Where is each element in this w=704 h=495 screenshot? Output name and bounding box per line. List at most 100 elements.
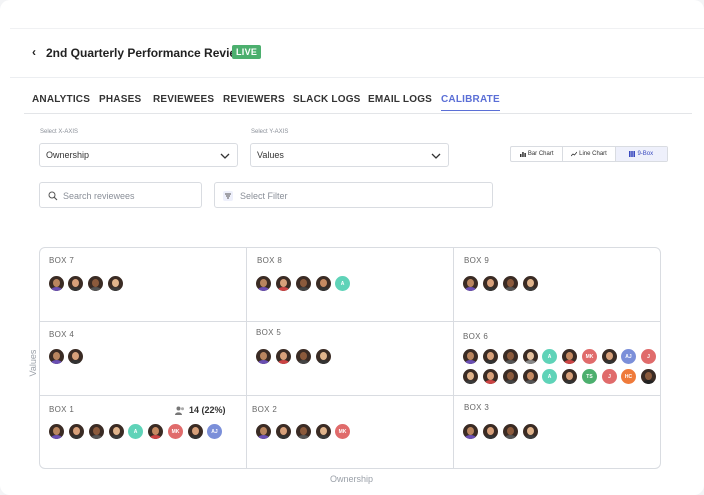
avatar[interactable] (523, 424, 538, 439)
avatar-initials[interactable]: HC (621, 369, 636, 384)
avatar[interactable] (88, 276, 103, 291)
avatar-initials[interactable]: A (335, 276, 350, 291)
nine-box-button[interactable]: 9-Box (615, 147, 667, 161)
avatar[interactable] (562, 349, 577, 364)
search-input[interactable]: Search reviewees (39, 182, 202, 208)
avatar[interactable] (49, 349, 64, 364)
avatar-initials[interactable]: MK (582, 349, 597, 364)
box-1-count: 14 (22%) (175, 405, 226, 415)
grid-divider (453, 248, 454, 468)
app-frame: ‹ 2nd Quarterly Performance Review LIVE … (0, 0, 704, 495)
avatar[interactable] (256, 349, 271, 364)
avatar[interactable] (109, 424, 124, 439)
avatar-initials[interactable]: TS (582, 369, 597, 384)
avatar[interactable] (89, 424, 104, 439)
avatar-initials[interactable]: MK (168, 424, 183, 439)
avatar-initials[interactable]: MK (335, 424, 350, 439)
avatar[interactable] (296, 349, 311, 364)
avatar[interactable] (463, 276, 478, 291)
avatar[interactable] (483, 369, 498, 384)
avatar[interactable] (503, 369, 518, 384)
avatar[interactable] (503, 349, 518, 364)
filter-placeholder: Select Filter (240, 191, 288, 201)
avatar[interactable] (148, 424, 163, 439)
chevron-down-icon (220, 153, 230, 159)
avatar-initials[interactable]: A (542, 369, 557, 384)
tab-email-logs[interactable]: EMAIL LOGS (368, 94, 432, 105)
x-axis-value: Ownership (46, 150, 90, 160)
back-icon[interactable]: ‹ (32, 45, 36, 59)
avatar[interactable] (463, 349, 478, 364)
avatar[interactable] (188, 424, 203, 439)
avatar[interactable] (523, 369, 538, 384)
tab-calibrate[interactable]: CALIBRATE (441, 94, 500, 111)
avatar-initials[interactable]: AJ (207, 424, 222, 439)
view-toggle: Bar Chart Line Chart 9-Box (510, 146, 668, 162)
avatar[interactable] (256, 424, 271, 439)
grid-divider (40, 395, 660, 396)
status-badge: LIVE (232, 45, 262, 59)
bar-chart-label: Bar Chart (527, 151, 554, 157)
avatar-initials[interactable]: A (542, 349, 557, 364)
x-axis-label: Select X-AXIS (40, 129, 79, 135)
page-header: ‹ 2nd Quarterly Performance Review LIVE (10, 28, 704, 78)
avatar[interactable] (316, 276, 331, 291)
filter-icon (223, 191, 233, 201)
avatar[interactable] (503, 424, 518, 439)
y-axis-select[interactable]: Values (250, 143, 449, 167)
avatar[interactable] (316, 349, 331, 364)
box-5-title: BOX 5 (256, 328, 282, 337)
avatar[interactable] (523, 276, 538, 291)
avatar[interactable] (68, 276, 83, 291)
avatar[interactable] (68, 349, 83, 364)
avatar[interactable] (256, 276, 271, 291)
page-title: 2nd Quarterly Performance Review (46, 46, 246, 60)
tab-phases[interactable]: PHASES (99, 94, 141, 105)
avatar[interactable] (296, 276, 311, 291)
avatar-initials[interactable]: J (641, 349, 656, 364)
bar-chart-button[interactable]: Bar Chart (511, 147, 564, 161)
tab-analytics[interactable]: ANALYTICS (32, 94, 90, 105)
box-4-title: BOX 4 (49, 330, 75, 339)
avatar[interactable] (523, 349, 538, 364)
avatar[interactable] (276, 349, 291, 364)
avatar[interactable] (276, 276, 291, 291)
avatar[interactable] (49, 276, 64, 291)
avatar-initials[interactable]: A (128, 424, 143, 439)
avatar[interactable] (463, 424, 478, 439)
chevron-down-icon (431, 153, 441, 159)
avatar[interactable] (463, 369, 478, 384)
tab-slack-logs[interactable]: SLACK LOGS (293, 94, 361, 105)
avatar[interactable] (296, 424, 311, 439)
tab-reviewees[interactable]: REVIEWEES (153, 94, 214, 105)
avatar[interactable] (276, 424, 291, 439)
avatar[interactable] (49, 424, 64, 439)
box-2-title: BOX 2 (252, 405, 278, 414)
avatar[interactable] (483, 349, 498, 364)
avatar-initials[interactable]: J (602, 369, 617, 384)
avatar[interactable] (483, 424, 498, 439)
avatar-initials[interactable]: AJ (621, 349, 636, 364)
avatar[interactable] (316, 424, 331, 439)
line-chart-button[interactable]: Line Chart (563, 147, 616, 161)
avatar[interactable] (503, 276, 518, 291)
box-1-title: BOX 1 (49, 405, 75, 414)
tab-reviewers[interactable]: REVIEWERS (223, 94, 285, 105)
filter-input[interactable]: Select Filter (214, 182, 493, 208)
nine-box-label: 9-Box (637, 151, 654, 157)
line-chart-label: Line Chart (579, 151, 607, 157)
avatar[interactable] (108, 276, 123, 291)
line-chart-icon (571, 151, 578, 157)
grid-divider (246, 248, 247, 468)
avatar[interactable] (69, 424, 84, 439)
avatar[interactable] (641, 369, 656, 384)
avatar[interactable] (483, 276, 498, 291)
grid-divider (40, 321, 660, 322)
box-7-title: BOX 7 (49, 256, 75, 265)
grid-icon (629, 151, 636, 157)
x-axis-title: Ownership (330, 474, 374, 484)
avatar[interactable] (562, 369, 577, 384)
x-axis-select[interactable]: Ownership (39, 143, 238, 167)
people-icon (175, 406, 184, 415)
avatar[interactable] (602, 349, 617, 364)
